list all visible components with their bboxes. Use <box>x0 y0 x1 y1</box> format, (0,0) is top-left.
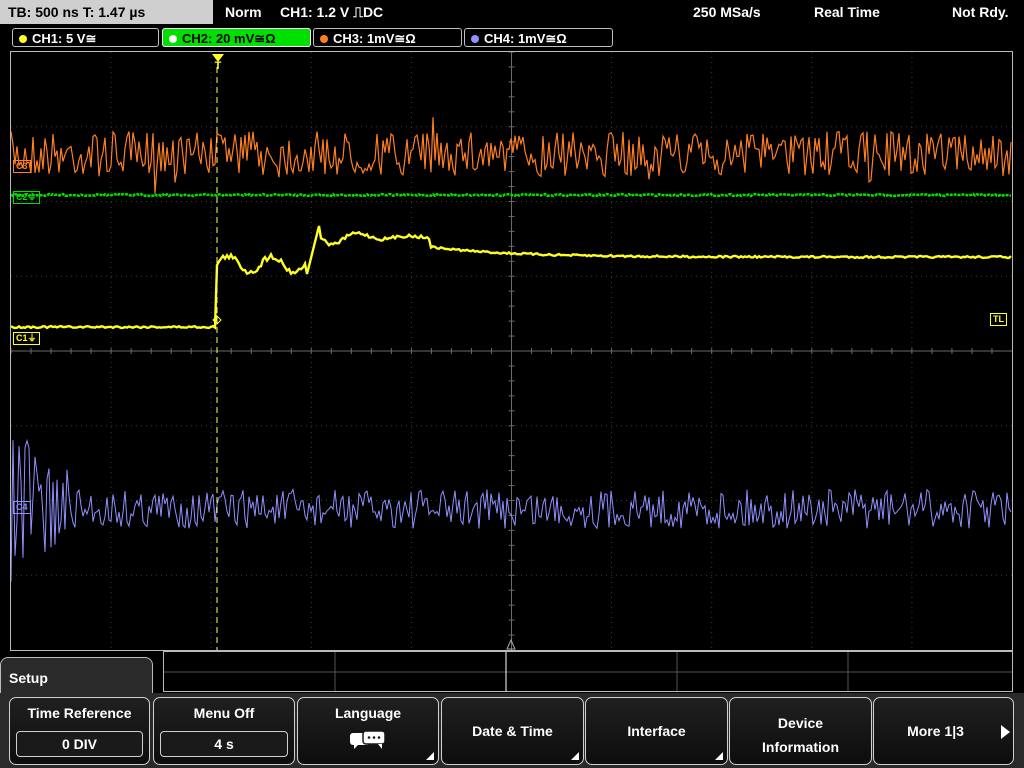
trigger-level-marker[interactable]: TL <box>990 313 1007 326</box>
overview-grid <box>164 652 1012 691</box>
timebase-readout[interactable]: TB: 500 ns T: 1.47 µs <box>0 0 213 24</box>
acquisition-mode[interactable]: Real Time <box>814 0 880 24</box>
waveform-display[interactable]: T C3 C2⏚ C1⏚ C4 TL <box>10 51 1013 651</box>
ch4-color-dot <box>471 35 479 43</box>
channel-tab-ch3[interactable]: CH3: 1mV≅Ω <box>313 28 462 47</box>
acquisition-state: Not Rdy. <box>952 4 1009 20</box>
menu-title-tab: Setup <box>0 657 153 697</box>
waveform-canvas <box>11 52 1012 650</box>
channel-tab-ch4[interactable]: CH4: 1mV≅Ω <box>464 28 613 47</box>
ch4-label: CH4: 1mV≅Ω <box>484 31 567 46</box>
time-reference-value: 0 DIV <box>16 731 143 757</box>
menu-off-label: Menu Off <box>193 705 255 721</box>
channel-tab-ch1[interactable]: CH1: 5 V≅ <box>12 28 159 47</box>
trigger-readout[interactable]: CH1: 1.2 V ⎍DC <box>280 0 383 24</box>
more-label: More 1|3 <box>907 723 964 739</box>
language-softkey[interactable]: Language <box>297 697 439 765</box>
ch3-offset-marker[interactable]: C3 <box>13 160 31 173</box>
ch3-label: CH3: 1mV≅Ω <box>333 31 416 46</box>
ch2-color-dot <box>169 35 177 43</box>
trigger-position-label: T <box>214 60 222 72</box>
ch1-offset-marker[interactable]: C1⏚ <box>13 332 40 345</box>
next-page-arrow-icon[interactable] <box>1001 725 1010 739</box>
ch1-color-dot <box>19 35 27 43</box>
ch2-label: CH2: 20 mV≅Ω <box>182 31 276 46</box>
ch2-waveform <box>11 192 1012 198</box>
menu-off-softkey[interactable]: Menu Off 4 s <box>153 697 295 765</box>
more-softkey[interactable]: More 1|3 <box>873 697 1014 765</box>
trigger-mode[interactable]: Norm <box>225 0 262 24</box>
sample-rate: 250 MSa/s <box>693 4 761 20</box>
submenu-indicator-icon <box>571 752 579 760</box>
status-bar: Norm CH1: 1.2 V ⎍DC 250 MSa/s Real Time … <box>215 0 1024 24</box>
speech-bubbles-icon <box>350 730 386 749</box>
ch3-color-dot <box>320 35 328 43</box>
menu-off-value: 4 s <box>160 731 288 757</box>
device-information-softkey[interactable]: Device Information <box>729 697 872 765</box>
date-time-label: Date & Time <box>472 723 553 739</box>
submenu-indicator-icon <box>715 752 723 760</box>
date-time-softkey[interactable]: Date & Time <box>441 697 584 765</box>
channel-tab-ch2[interactable]: CH2: 20 mV≅Ω <box>162 28 311 47</box>
ch1-label: CH1: 5 V≅ <box>32 31 97 46</box>
ch2-offset-marker[interactable]: C2⏚ <box>13 191 40 204</box>
overview-strip <box>163 651 1013 692</box>
language-label: Language <box>334 705 402 721</box>
ch4-offset-marker[interactable]: C4 <box>13 501 31 514</box>
device-information-label: Device Information <box>762 715 839 755</box>
time-reference-softkey[interactable]: Time Reference 0 DIV <box>9 697 150 765</box>
time-reference-label: Time Reference <box>27 705 132 721</box>
interface-label: Interface <box>627 723 686 739</box>
interface-softkey[interactable]: Interface <box>585 697 728 765</box>
submenu-indicator-icon <box>426 752 434 760</box>
